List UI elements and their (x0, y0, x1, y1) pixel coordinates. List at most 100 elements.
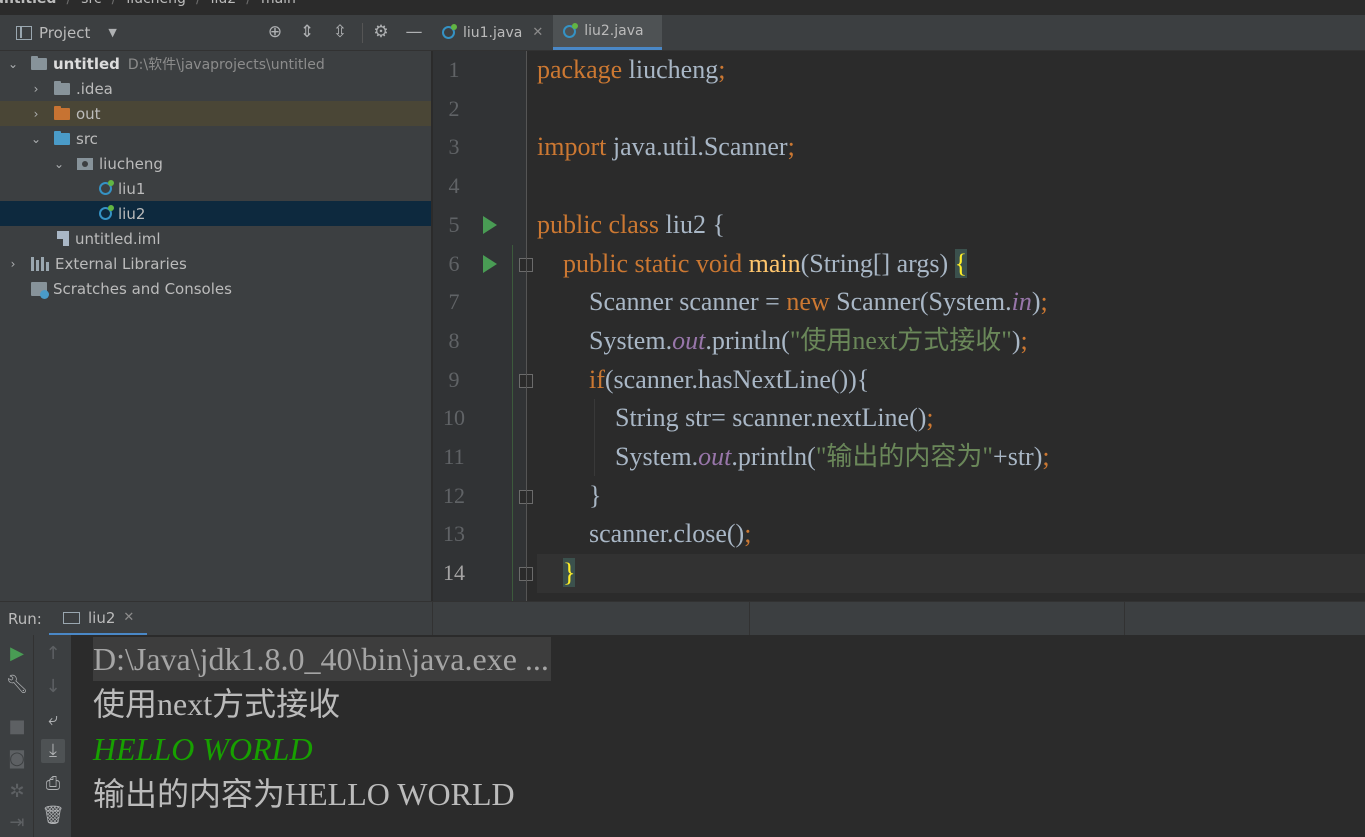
chevron-down-icon[interactable]: ⌄ (53, 157, 65, 171)
scratches-icon (31, 281, 49, 299)
run-label: Run: (8, 610, 42, 628)
tree-item-label: untitled (53, 54, 120, 73)
tree-item-untitled[interactable]: ⌄ untitled D:\软件\javaprojects\untitled (0, 51, 431, 76)
tab-liu2-java[interactable]: liu2.java (553, 15, 662, 50)
rerun-icon[interactable]: ▶ (5, 642, 29, 666)
soft-wrap-icon[interactable]: ⤶ (41, 708, 65, 732)
close-icon[interactable]: ✕ (532, 25, 543, 40)
code-line: package liucheng; (537, 55, 726, 84)
print-icon[interactable]: ⎙ (41, 772, 65, 796)
code-line: if(scanner.hasNextLine()){ (589, 364, 870, 394)
line-number: 13 (443, 521, 465, 547)
tree-item-liu2[interactable]: liu2 (0, 201, 431, 226)
project-window-icon (16, 25, 32, 40)
project-view-label: Project (39, 23, 91, 42)
console-icon (63, 611, 80, 624)
project-tree: ⌄ untitled D:\软件\javaprojects\untitled ›… (0, 51, 432, 601)
tree-item-out[interactable]: › out (0, 101, 431, 126)
tree-item-label: untitled.iml (75, 229, 161, 248)
chevron-down-icon[interactable]: ▼ (108, 26, 116, 39)
arrow-up-icon[interactable]: ↑ (41, 642, 65, 666)
folder-icon (54, 80, 70, 95)
tab-label: liu1.java (463, 24, 523, 41)
run-console[interactable]: D:\Java\jdk1.8.0_40\bin\java.exe ... 使用n… (71, 635, 1365, 837)
run-class-icon[interactable] (483, 215, 497, 234)
scroll-to-end-icon[interactable]: ⤓ (41, 739, 65, 763)
gear-icon[interactable]: ⚙ (372, 23, 390, 41)
camera-icon[interactable]: ◙ (5, 747, 29, 771)
chevron-right-icon[interactable]: › (7, 257, 19, 271)
locate-file-icon[interactable]: ⊕ (266, 23, 284, 41)
tree-item-label: Scratches and Consoles (53, 279, 232, 298)
tree-item-untitled-iml[interactable]: untitled.iml (0, 226, 431, 251)
tree-item-src[interactable]: ⌄ src (0, 126, 431, 151)
chevron-right-icon[interactable]: › (30, 107, 42, 121)
chevron-right-icon[interactable]: › (30, 82, 42, 96)
trash-icon[interactable]: 🗑︎ (41, 804, 65, 828)
tree-item-label: liu1 (118, 179, 146, 198)
code-line: public static void main(String[] args) { (563, 248, 968, 278)
line-number: 7 (448, 289, 460, 315)
project-view-selector[interactable]: Project ▼ (0, 15, 432, 50)
breadcrumb-separator: / (246, 0, 251, 11)
close-icon[interactable]: ✕ (123, 610, 134, 625)
breadcrumb-separator: / (112, 0, 117, 11)
chevron-down-icon[interactable]: ⌄ (30, 132, 42, 146)
code-line: public class liu2 { (537, 209, 725, 239)
tree-item-external-libraries[interactable]: › External Libraries (0, 251, 431, 276)
tree-item-scratches[interactable]: Scratches and Consoles (0, 276, 431, 301)
excluded-folder-icon (54, 105, 70, 120)
tree-item-label: liucheng (99, 154, 163, 173)
run-tab-liu2[interactable]: liu2 ✕ (49, 602, 147, 636)
code-line: scanner.close(); (589, 519, 752, 549)
breadcrumb-separator: / (66, 0, 71, 11)
line-number: 6 (448, 250, 460, 276)
exit-icon[interactable]: ⇥ (5, 811, 29, 835)
console-output-line: 输出的内容为HELLO WORLD (93, 776, 515, 812)
console-user-input: HELLO WORLD (93, 731, 313, 767)
java-class-icon (442, 24, 457, 39)
console-command-line[interactable]: D:\Java\jdk1.8.0_40\bin\java.exe ... (93, 637, 551, 681)
tool-header: Project ▼ ⊕ ⇕ ⇳ ⚙ — liu1.java ✕ liu2.jav… (0, 15, 1365, 51)
console-output-line: 使用next方式接收 (93, 686, 341, 722)
run-tab-label: liu2 (88, 608, 116, 627)
collapse-all-icon[interactable]: ⇳ (331, 23, 349, 41)
breadcrumb-item[interactable]: liucheng (126, 0, 186, 11)
module-folder-icon (31, 55, 47, 70)
tab-label: liu2.java (584, 23, 644, 39)
code-line: String str= scanner.nextLine(); (615, 403, 934, 433)
tab-liu1-java[interactable]: liu1.java ✕ (432, 15, 553, 50)
stop-icon[interactable]: ■ (5, 715, 29, 739)
code-editor[interactable]: 1 2 3 4 5 6 7 8 9 10 11 12 13 14 package… (433, 51, 1365, 601)
java-class-icon (99, 205, 114, 220)
library-icon (31, 256, 49, 271)
toolbar-divider (362, 23, 363, 43)
line-number: 1 (448, 57, 460, 82)
tree-item-idea[interactable]: › .idea (0, 76, 431, 101)
chevron-down-icon[interactable]: ⌄ (7, 57, 19, 71)
arrow-down-icon[interactable]: ↓ (41, 675, 65, 699)
editor-tabs: liu1.java ✕ liu2.java (432, 15, 662, 50)
wrench-icon[interactable]: 🔧︎ (5, 673, 29, 697)
tree-item-liucheng[interactable]: ⌄ liucheng (0, 151, 431, 176)
hide-panel-icon[interactable]: — (405, 23, 423, 41)
line-number: 10 (443, 405, 465, 431)
breadcrumb-item[interactable]: src (81, 0, 101, 11)
tree-item-label: src (76, 129, 98, 148)
settings-icon[interactable]: ✲ (5, 780, 29, 804)
line-number: 4 (448, 173, 460, 199)
java-class-icon (563, 22, 579, 38)
module-file-icon (57, 231, 69, 246)
source-folder-icon (54, 130, 70, 145)
breadcrumb-item[interactable]: untitled (0, 0, 56, 11)
run-toolbar: ▶ 🔧︎ ■ ◙ ✲ ⇥ (0, 635, 33, 837)
breadcrumb-item[interactable]: liu2 (211, 0, 237, 11)
tree-item-label: External Libraries (55, 254, 187, 273)
gutter-separator (526, 51, 527, 601)
breadcrumb-item[interactable]: main (261, 0, 296, 11)
tree-item-liu1[interactable]: liu1 (0, 176, 431, 201)
run-main-icon[interactable] (483, 254, 497, 273)
breadcrumb: untitled / src / liucheng / liu2 / main (0, 0, 1365, 11)
code-line: System.out.println("输出的内容为"+str); (615, 442, 1050, 471)
expand-all-icon[interactable]: ⇕ (298, 23, 316, 41)
